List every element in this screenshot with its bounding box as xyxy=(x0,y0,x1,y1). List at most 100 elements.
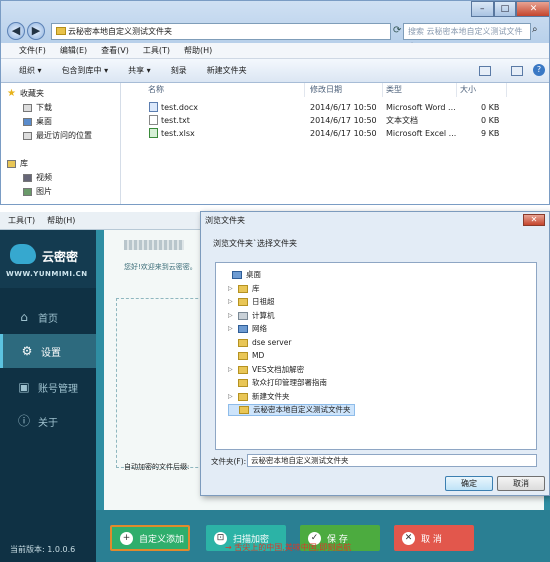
user-card-icon: ▣ xyxy=(18,380,30,394)
column-header-name[interactable]: 名称 xyxy=(145,83,305,97)
expand-arrow-icon[interactable]: ▷ xyxy=(228,296,234,308)
burn-button[interactable]: 刻录 xyxy=(171,59,187,82)
folder-icon xyxy=(238,338,248,347)
file-row[interactable]: test.docx 2014/6/17 10:50 Microsoft Word… xyxy=(121,101,549,114)
file-row[interactable]: test.txt 2014/6/17 10:50 文本文档 0 KB xyxy=(121,114,549,127)
column-header-type[interactable]: 类型 xyxy=(383,83,457,97)
close-icon: ✕ xyxy=(402,531,415,545)
menu-file[interactable]: 文件(F) xyxy=(19,43,46,58)
tree-item[interactable]: 桌面 xyxy=(222,269,261,281)
recent-places-icon xyxy=(23,131,32,140)
browse-folder-dialog: 浏览文件夹 ✕ 浏览文件夹`选择文件夹 桌面 ▷ 库 ▷ 日祖超 ▷ 计算机 ▷ 网络 dse s… xyxy=(200,211,550,496)
home-icon: ⌂ xyxy=(20,310,28,324)
folder-icon xyxy=(238,392,248,401)
tree-item-label: 网络 xyxy=(252,324,267,333)
favorites-header[interactable]: ★ 收藏夹 xyxy=(7,87,44,100)
tree-item-label: MD xyxy=(252,351,265,360)
menu-help[interactable]: 帮助(H) xyxy=(47,212,75,229)
expand-arrow-icon[interactable]: ▷ xyxy=(228,283,234,295)
tree-item[interactable]: MD xyxy=(228,350,264,362)
custom-add-button[interactable]: + 自定义添加 xyxy=(110,525,190,551)
search-input[interactable]: 搜索 云秘密本地自定义测试文件夹 xyxy=(403,23,531,51)
expand-arrow-icon[interactable]: ▷ xyxy=(228,391,234,403)
tree-item[interactable]: 软众打印管理部署指南 xyxy=(228,377,327,389)
tree-item[interactable]: 云秘密本地自定义测试文件夹 xyxy=(228,404,355,416)
help-icon[interactable]: ? xyxy=(533,64,545,76)
sidebar-item-account[interactable]: ▣ 账号管理 xyxy=(0,370,96,404)
ok-button[interactable]: 确定 xyxy=(445,476,493,491)
sidebar-item-settings[interactable]: ⚙ 设置 xyxy=(0,334,96,368)
menu-tools[interactable]: 工具(T) xyxy=(143,43,170,58)
dialog-close-button[interactable]: ✕ xyxy=(523,214,545,226)
nav-item-downloads[interactable]: 下载 xyxy=(23,101,52,114)
folder-icon xyxy=(238,379,248,387)
plus-icon: + xyxy=(120,531,133,545)
folder-field-label: 文件夹(F): xyxy=(211,457,247,466)
menu-help[interactable]: 帮助(H) xyxy=(184,43,212,58)
nav-label: 视频 xyxy=(36,173,52,182)
file-date: 2014/6/17 10:50 xyxy=(310,129,377,138)
tree-item-label: VES文档加解密 xyxy=(252,364,305,374)
text-file-icon xyxy=(149,115,158,125)
address-bar[interactable]: 云秘密本地自定义测试文件夹 xyxy=(51,23,391,40)
tree-item[interactable]: ▷ 网络 xyxy=(228,323,267,335)
address-row: ◀ ▶ 云秘密本地自定义测试文件夹 ⟳ 搜索 云秘密本地自定义测试文件夹 ⌕ –… xyxy=(1,1,549,51)
auto-encrypt-suffix-label: 自动加密的文件后缀: xyxy=(124,463,190,471)
tree-item[interactable]: ▷ 新建文件夹 xyxy=(228,391,290,403)
blurred-header xyxy=(124,240,184,250)
logo-url: WWW.YUNMIMI.CN xyxy=(6,270,88,278)
new-folder-button[interactable]: 新建文件夹 xyxy=(207,59,247,82)
column-header-size[interactable]: 大小 xyxy=(457,83,507,97)
tree-item[interactable]: ▷ 日祖超 xyxy=(228,296,275,308)
back-button[interactable]: ◀ xyxy=(7,22,25,40)
nav-item-recent[interactable]: 最近访问的位置 xyxy=(23,129,92,142)
sidebar-item-home[interactable]: ⌂ 首页 xyxy=(0,300,96,334)
nav-item-desktop[interactable]: 桌面 xyxy=(23,115,52,128)
share-button[interactable]: 共享 ▾ xyxy=(128,59,151,82)
file-row[interactable]: test.xlsx 2014/6/17 10:50 Microsoft Exce… xyxy=(121,127,549,140)
tree-item[interactable]: dse server xyxy=(228,337,291,349)
include-in-library-button[interactable]: 包含到库中 ▾ xyxy=(62,59,109,82)
sidebar-item-about[interactable]: ⓘ 关于 xyxy=(0,404,96,438)
file-date: 2014/6/17 10:50 xyxy=(310,103,377,112)
pictures-icon xyxy=(23,187,32,196)
nav-label: 最近访问的位置 xyxy=(36,131,92,140)
sidebar-label: 设置 xyxy=(41,347,61,359)
tree-item[interactable]: ▷ 库 xyxy=(228,283,260,295)
folder-icon xyxy=(238,365,248,374)
view-options-icon[interactable] xyxy=(479,66,491,76)
desktop-icon xyxy=(23,117,32,126)
cancel-button[interactable]: ✕ 取 消 xyxy=(394,525,474,551)
search-icon[interactable]: ⌕ xyxy=(532,24,538,35)
preview-pane-icon[interactable] xyxy=(511,66,523,76)
file-type: Microsoft Word ... xyxy=(386,103,456,112)
nav-item-videos[interactable]: 视频 xyxy=(23,171,52,184)
minimize-button[interactable]: – xyxy=(471,1,494,17)
favorites-label: 收藏夹 xyxy=(19,89,44,98)
menu-tools[interactable]: 工具(T) xyxy=(8,212,35,229)
file-date: 2014/6/17 10:50 xyxy=(310,116,377,125)
tree-item[interactable]: ▷ VES文档加解密 xyxy=(228,364,304,376)
close-button[interactable]: ✕ xyxy=(516,1,549,17)
nav-item-pictures[interactable]: 图片 xyxy=(23,185,52,198)
tree-item-label: 新建文件夹 xyxy=(252,391,290,401)
library-header[interactable]: 库 xyxy=(7,157,28,170)
menu-edit[interactable]: 编辑(E) xyxy=(60,43,87,58)
expand-arrow-icon[interactable]: ▷ xyxy=(228,364,234,376)
expand-arrow-icon[interactable]: ▷ xyxy=(228,310,234,322)
dialog-title: 浏览文件夹 xyxy=(205,216,245,225)
cancel-button[interactable]: 取消 xyxy=(497,476,545,491)
organize-button[interactable]: 组织 ▾ xyxy=(19,59,42,82)
tree-item[interactable]: ▷ 计算机 xyxy=(228,310,275,322)
refresh-icon[interactable]: ⟳ xyxy=(393,25,401,36)
column-header-date[interactable]: 修改日期 xyxy=(307,83,383,97)
folder-field[interactable]: 云秘密本地自定义测试文件夹 xyxy=(247,454,537,467)
file-size: 0 KB xyxy=(481,103,500,112)
forward-button[interactable]: ▶ xyxy=(27,22,45,40)
excel-file-icon xyxy=(149,128,158,138)
menu-view[interactable]: 查看(V) xyxy=(101,43,129,58)
file-name: test.docx xyxy=(161,103,199,112)
maximize-button[interactable]: □ xyxy=(493,1,517,17)
expand-arrow-icon[interactable]: ▷ xyxy=(228,323,234,335)
folder-icon xyxy=(238,352,248,360)
